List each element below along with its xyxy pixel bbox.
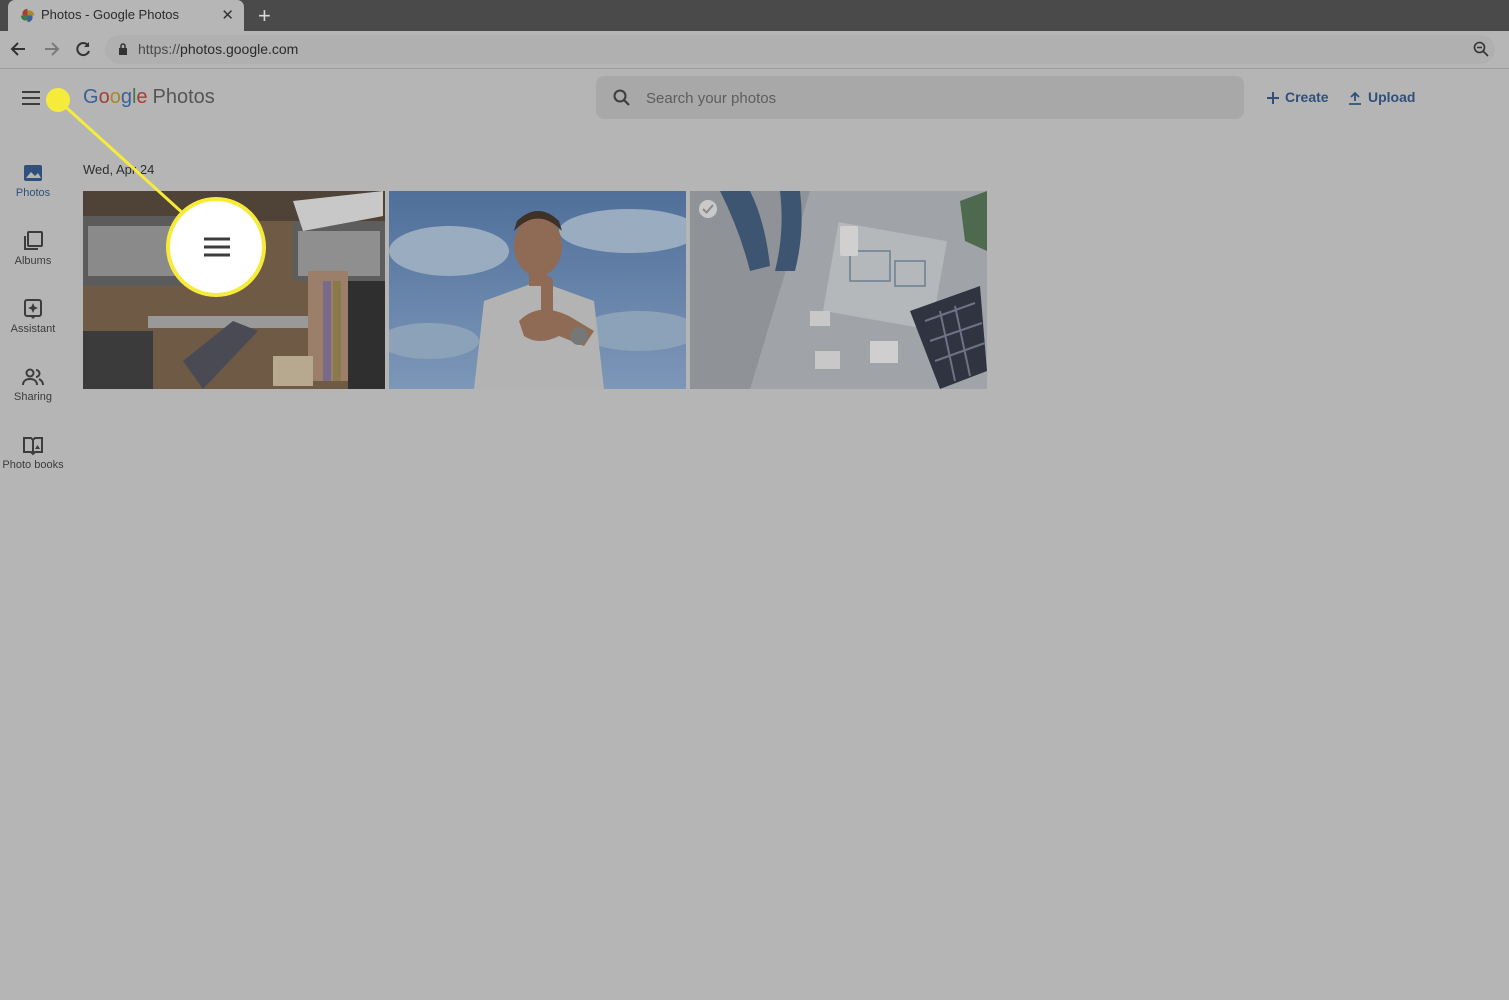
photo-thumbnail[interactable] (389, 191, 686, 389)
upload-button[interactable]: Upload (1348, 89, 1415, 106)
search-placeholder: Search your photos (646, 90, 777, 107)
nav-item-photo-books[interactable]: Photo books (0, 434, 66, 471)
create-button[interactable]: Create (1267, 89, 1329, 105)
search-input[interactable]: Search your photos (596, 76, 1244, 119)
sharing-icon (22, 368, 44, 386)
plus-icon (1267, 92, 1279, 105)
photo-books-icon (23, 437, 43, 456)
nav-item-sharing[interactable]: Sharing (0, 366, 66, 403)
nav-item-assistant[interactable]: Assistant (0, 298, 66, 335)
photo-thumbnail[interactable] (690, 191, 987, 389)
search-icon[interactable] (612, 88, 632, 108)
zoom-icon[interactable] (1473, 41, 1489, 57)
solar-blueprint-photo (690, 191, 987, 389)
callout-magnifier (166, 197, 266, 297)
assistant-icon (24, 299, 42, 319)
callout-dot (46, 88, 70, 112)
menu-icon-magnified (204, 237, 230, 257)
select-check-icon[interactable] (699, 200, 717, 218)
upload-icon (1349, 92, 1361, 106)
man-thumbs-up-photo (389, 191, 686, 389)
